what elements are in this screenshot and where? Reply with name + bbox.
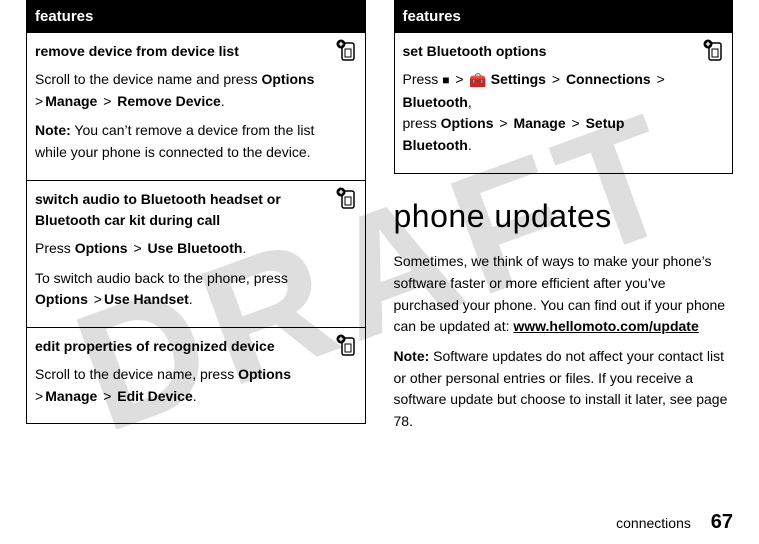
- feature-instruction: Scroll to the device name and press Opti…: [35, 69, 325, 112]
- feature-title: switch audio to Bluetooth headset or Blu…: [35, 189, 325, 232]
- update-link[interactable]: www.hellomoto.com/update: [513, 318, 698, 334]
- sim-plus-icon: [702, 39, 726, 70]
- toolbox-icon: 🧰: [469, 72, 490, 88]
- footer-section-label: connections: [616, 515, 691, 531]
- feature-title: edit properties of recognized device: [35, 336, 325, 358]
- page-footer: connections 67: [616, 511, 733, 534]
- features-header-right: features: [394, 1, 733, 33]
- feature-instruction: Scroll to the device name, press Options…: [35, 364, 325, 407]
- right-column: features set Bluetooth options Press ■ >…: [394, 0, 734, 470]
- feature-cell-edit-properties: edit properties of recognized device Scr…: [27, 328, 366, 424]
- section-paragraph-1: Sometimes, we think of ways to make your…: [394, 251, 734, 338]
- feature-cell-bluetooth-options: set Bluetooth options Press ■ > 🧰 Settin…: [394, 33, 733, 173]
- page-number: 67: [711, 511, 733, 533]
- feature-note: Note: You can’t remove a device from the…: [35, 120, 325, 163]
- features-header-left: features: [27, 1, 366, 33]
- feature-title: set Bluetooth options: [403, 41, 693, 63]
- section-paragraph-2: Note: Software updates do not affect you…: [394, 346, 734, 433]
- feature-cell-switch-audio: switch audio to Bluetooth headset or Blu…: [27, 180, 366, 327]
- left-column: features remove device from device list …: [26, 0, 366, 470]
- features-table-left: features remove device from device list …: [26, 0, 366, 424]
- feature-instruction-extra: To switch audio back to the phone, press…: [35, 268, 325, 311]
- feature-instruction: Press ■ > 🧰 Settings > Connections > Blu…: [403, 69, 693, 157]
- features-table-right: features set Bluetooth options Press ■ >…: [394, 0, 734, 174]
- sim-plus-icon: [335, 187, 359, 218]
- feature-title: remove device from device list: [35, 41, 325, 63]
- section-heading: phone updates: [394, 192, 734, 242]
- feature-instruction: Press Options > Use Bluetooth.: [35, 238, 325, 260]
- sim-plus-icon: [335, 39, 359, 70]
- sim-plus-icon: [335, 334, 359, 365]
- feature-cell-remove-device: remove device from device list Scroll to…: [27, 33, 366, 180]
